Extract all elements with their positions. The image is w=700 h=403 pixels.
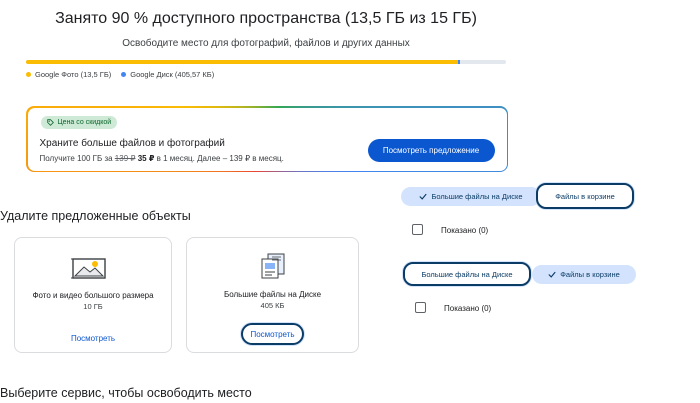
toggle-trash-files[interactable]: Файлы в корзине bbox=[536, 183, 634, 209]
shown-count: Показано (0) bbox=[441, 226, 489, 235]
toggle-large-drive-files[interactable]: Большие файлы на Диске bbox=[403, 262, 531, 286]
toggle-trash-files[interactable]: Файлы в корзине bbox=[532, 265, 636, 284]
discount-badge-label: Цена со скидкой bbox=[57, 118, 112, 126]
promo-card-body: Цена со скидкой Храните больше файлов и … bbox=[27, 107, 507, 171]
discount-badge: Цена со скидкой bbox=[40, 115, 118, 129]
shown-count: Показано (0) bbox=[444, 304, 492, 313]
legend-dot-drive bbox=[121, 72, 127, 77]
promo-desc-suffix: в 1 месяц. Далее – 139 ₽ в месяц. bbox=[154, 153, 284, 163]
card-label: Большие файлы на Диске bbox=[223, 290, 322, 299]
services-title: Выберите сервис, чтобы освободить место bbox=[0, 386, 252, 400]
card-size: 10 ГБ bbox=[83, 302, 103, 311]
suggestion-card-large-photos: Фото и видео большого размера 10 ГБ Посм… bbox=[14, 237, 172, 353]
legend-label-photos: Google Фото (13,5 ГБ) bbox=[35, 70, 112, 79]
select-all-checkbox[interactable] bbox=[412, 224, 423, 235]
check-icon bbox=[419, 193, 428, 200]
storage-segment-drive bbox=[458, 60, 461, 64]
legend-dot-photos bbox=[26, 72, 31, 77]
card-size: 405 КБ bbox=[260, 301, 285, 310]
suggestions-title: Удалите предложенные объекты bbox=[0, 209, 191, 223]
legend-item-drive: Google Диск (405,57 КБ) bbox=[121, 70, 214, 79]
view-link-large-photos[interactable]: Посмотреть bbox=[15, 334, 171, 343]
view-offer-button[interactable]: Посмотреть предложение bbox=[367, 138, 495, 162]
view-link-large-drive-files[interactable]: Посмотреть bbox=[241, 323, 304, 345]
page-subtitle: Освободите место для фотографий, файлов … bbox=[122, 38, 410, 49]
legend-label-drive: Google Диск (405,57 КБ) bbox=[130, 70, 215, 79]
toggle-label: Большие файлы на Диске bbox=[431, 192, 523, 201]
promo-card: Цена со скидкой Храните больше файлов и … bbox=[26, 106, 508, 172]
card-label: Фото и видео большого размера bbox=[32, 291, 154, 300]
storage-segment-photos bbox=[26, 60, 458, 64]
check-icon bbox=[548, 271, 556, 278]
storage-legend: Google Фото (13,5 ГБ) Google Диск (405,5… bbox=[26, 70, 214, 79]
promo-desc-prefix: Получите 100 ГБ за bbox=[39, 153, 115, 163]
promo-old-price: 139 ₽ bbox=[114, 153, 136, 163]
promo-description: Получите 100 ГБ за 139 ₽ 35 ₽ в 1 месяц.… bbox=[40, 154, 284, 163]
toggle-label: Файлы в корзине bbox=[560, 270, 620, 279]
promo-title: Храните больше файлов и фотографий bbox=[39, 137, 225, 149]
photo-icon bbox=[71, 258, 107, 279]
tag-icon bbox=[46, 118, 54, 126]
select-all-checkbox[interactable] bbox=[415, 302, 426, 313]
legend-item-photos: Google Фото (13,5 ГБ) bbox=[26, 70, 111, 79]
storage-usage-bar bbox=[26, 60, 506, 64]
files-icon bbox=[261, 253, 285, 279]
toggle-large-drive-files[interactable]: Большие файлы на Диске bbox=[401, 187, 541, 206]
promo-new-price: 35 ₽ bbox=[137, 153, 155, 163]
page-title: Занято 90 % доступного пространства (13,… bbox=[55, 10, 477, 27]
